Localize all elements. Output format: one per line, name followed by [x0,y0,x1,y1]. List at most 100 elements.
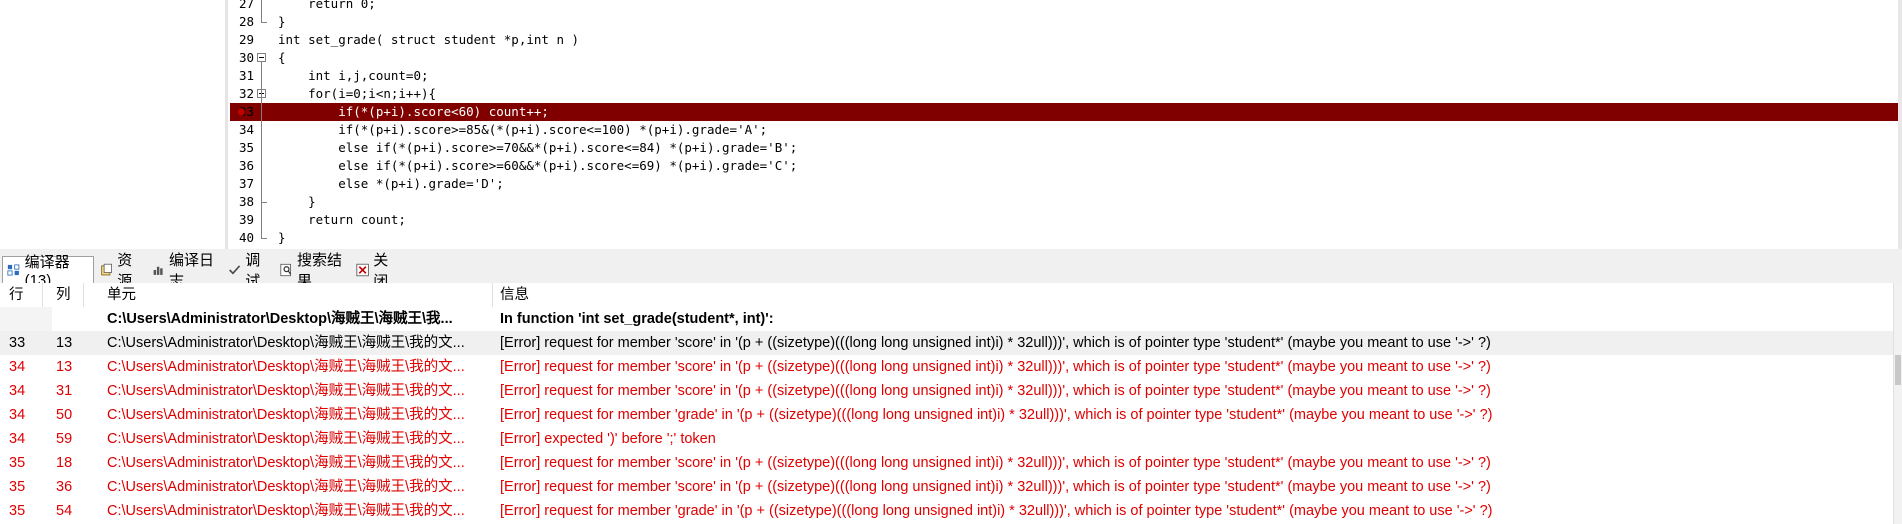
scrollbar-thumb[interactable] [1895,355,1901,385]
code-line[interactable]: } [278,193,1898,211]
tab-search-results[interactable]: 搜索结果 [276,252,350,290]
code-line[interactable]: else if(*(p+i).score>=70&&*(p+i).score<=… [278,139,1898,157]
project-browser-pane [0,0,229,249]
line-number: 39 [238,212,254,227]
code-line[interactable]: if(*(p+i).score>=85&(*(p+i).score<=100) … [278,121,1898,139]
message-row[interactable]: 35 18 C:\Users\Administrator\Desktop\海贼王\海… [0,451,1894,475]
message-row[interactable]: 35 36 C:\Users\Administrator\Desktop\海贼王\海… [0,475,1894,499]
message-unit-cell: C:\Users\Administrator\Desktop\海贼王\海贼王\我… [107,335,465,351]
message-info-cell: [Error] expected ')' before ';' token [500,431,716,447]
code-line[interactable]: } [278,229,1898,247]
message-line-cell: 34 [9,359,26,375]
breakpoint-icon[interactable] [236,107,246,117]
message-col-cell: 50 [56,407,73,423]
fold-end-marker [261,22,267,23]
fold-toggle-icon[interactable] [257,53,266,62]
message-col-cell [56,307,86,331]
fold-end-marker [261,238,267,239]
tab-compile-log[interactable]: 编译日志 [148,252,222,290]
code-line[interactable]: else *(p+i).grade='D'; [278,175,1898,193]
message-row[interactable]: 34 50 C:\Users\Administrator\Desktop\海贼王\海… [0,403,1894,427]
line-number: 27 [238,0,254,11]
line-number: 28 [238,14,254,29]
message-row[interactable]: 33 13 C:\Users\Administrator\Desktop\海贼王\海… [0,331,1894,355]
compiler-messages-panel[interactable]: 行 列 单元 信息 C:\Users\Administrator\Desktop… [0,283,1902,524]
message-line-cell: 34 [9,407,26,423]
message-col-cell: 54 [56,503,73,519]
message-col-cell: 13 [56,335,73,351]
check-icon [229,264,241,275]
line-number: 36 [238,158,254,173]
message-col-cell: 18 [56,455,73,471]
breakpoint-line[interactable]: if(*(p+i).score<60) count++; [230,103,1898,121]
fold-guide [261,98,262,202]
code-line[interactable]: } [278,13,1898,31]
code-editor[interactable]: return 0;} int set_grade( struct student … [0,0,1902,249]
message-info-cell: [Error] request for member 'grade' in '(… [500,407,1493,423]
message-line-cell: 35 [9,479,26,495]
header-divider[interactable] [42,283,43,307]
message-info-cell: [Error] request for member 'score' in '(… [500,335,1491,351]
message-col-cell: 13 [56,359,73,375]
message-unit-cell: C:\Users\Administrator\Desktop\海贼王\海贼王\我… [107,311,453,327]
message-line-cell: 33 [9,335,26,351]
message-line-cell [9,307,49,331]
message-unit-cell: C:\Users\Administrator\Desktop\海贼王\海贼王\我… [107,359,465,375]
message-info-cell: [Error] request for member 'score' in '(… [500,359,1491,375]
message-info-cell: In function 'int set_grade(student*, int… [500,311,774,327]
message-line-cell: 34 [9,431,26,447]
search-icon [280,263,292,276]
header-line[interactable]: 行 [9,283,24,307]
header-divider[interactable] [83,283,84,307]
message-unit-cell: C:\Users\Administrator\Desktop\海贼王\海贼王\我… [107,503,465,519]
line-number: 37 [238,176,254,191]
fold-guide [261,0,262,22]
bottom-panel-tabs: 编译器 (13) 资源 编译日志 调试 搜索结果 关闭 [0,252,1902,290]
header-col[interactable]: 列 [56,283,71,307]
message-row[interactable]: 34 31 C:\Users\Administrator\Desktop\海贼王\海… [0,379,1894,403]
message-unit-cell: C:\Users\Administrator\Desktop\海贼王\海贼王\我… [107,407,465,423]
message-unit-cell: C:\Users\Administrator\Desktop\海贼王\海贼王\我… [107,479,465,495]
code-line[interactable]: int set_grade( struct student *p,int n ) [278,31,1898,49]
line-number: 40 [238,230,254,245]
messages-scrollbar[interactable] [1893,283,1902,524]
resources-icon [101,263,112,275]
message-info-cell: [Error] request for member 'score' in '(… [500,455,1491,471]
header-unit[interactable]: 单元 [107,283,136,307]
message-row[interactable]: 34 13 C:\Users\Administrator\Desktop\海贼王\海… [0,355,1894,379]
message-line-cell: 34 [9,383,26,399]
header-divider[interactable] [492,283,493,307]
message-line-cell: 35 [9,455,26,471]
tab-compiler[interactable]: 编译器 (13) [2,254,94,289]
header-info[interactable]: 信息 [500,283,529,307]
message-info-cell: [Error] request for member 'score' in '(… [500,479,1491,495]
line-number: 31 [238,68,254,83]
editor-scrollbar[interactable] [1898,0,1902,249]
line-number: 29 [238,32,254,47]
code-line[interactable]: return 0; [278,0,1898,13]
tab-debug[interactable]: 调试 [224,252,274,290]
messages-header: 行 列 单元 信息 [0,283,1894,308]
message-col-cell: 36 [56,479,73,495]
message-line-cell: 35 [9,503,26,519]
fold-margin [254,0,270,249]
code-line[interactable]: int i,j,count=0; [278,67,1898,85]
line-number: 30 [238,50,254,65]
code-line[interactable]: else if(*(p+i).score>=60&&*(p+i).score<=… [278,157,1898,175]
tab-close[interactable]: 关闭 [352,252,402,290]
message-row[interactable]: 35 54 C:\Users\Administrator\Desktop\海贼王\海… [0,499,1894,523]
message-unit-cell: C:\Users\Administrator\Desktop\海贼王\海贼王\我… [107,383,465,399]
message-row-context[interactable]: C:\Users\Administrator\Desktop\海贼王\海贼王\我… [0,307,1894,331]
code-area[interactable]: return 0;} int set_grade( struct student … [230,0,1898,249]
code-line[interactable]: return count; [278,211,1898,229]
code-line[interactable]: { [278,49,1898,67]
message-info-cell: [Error] request for member 'grade' in '(… [500,503,1493,519]
line-number: 38 [238,194,254,209]
tab-resources[interactable]: 资源 [96,252,146,290]
grid-icon [7,264,20,276]
message-col-cell: 31 [56,383,73,399]
message-row[interactable]: 34 59 C:\Users\Administrator\Desktop\海贼王\海… [0,427,1894,451]
code-line[interactable]: for(i=0;i<n;i++){ [278,85,1898,103]
message-col-cell: 59 [56,431,73,447]
message-unit-cell: C:\Users\Administrator\Desktop\海贼王\海贼王\我… [107,455,465,471]
